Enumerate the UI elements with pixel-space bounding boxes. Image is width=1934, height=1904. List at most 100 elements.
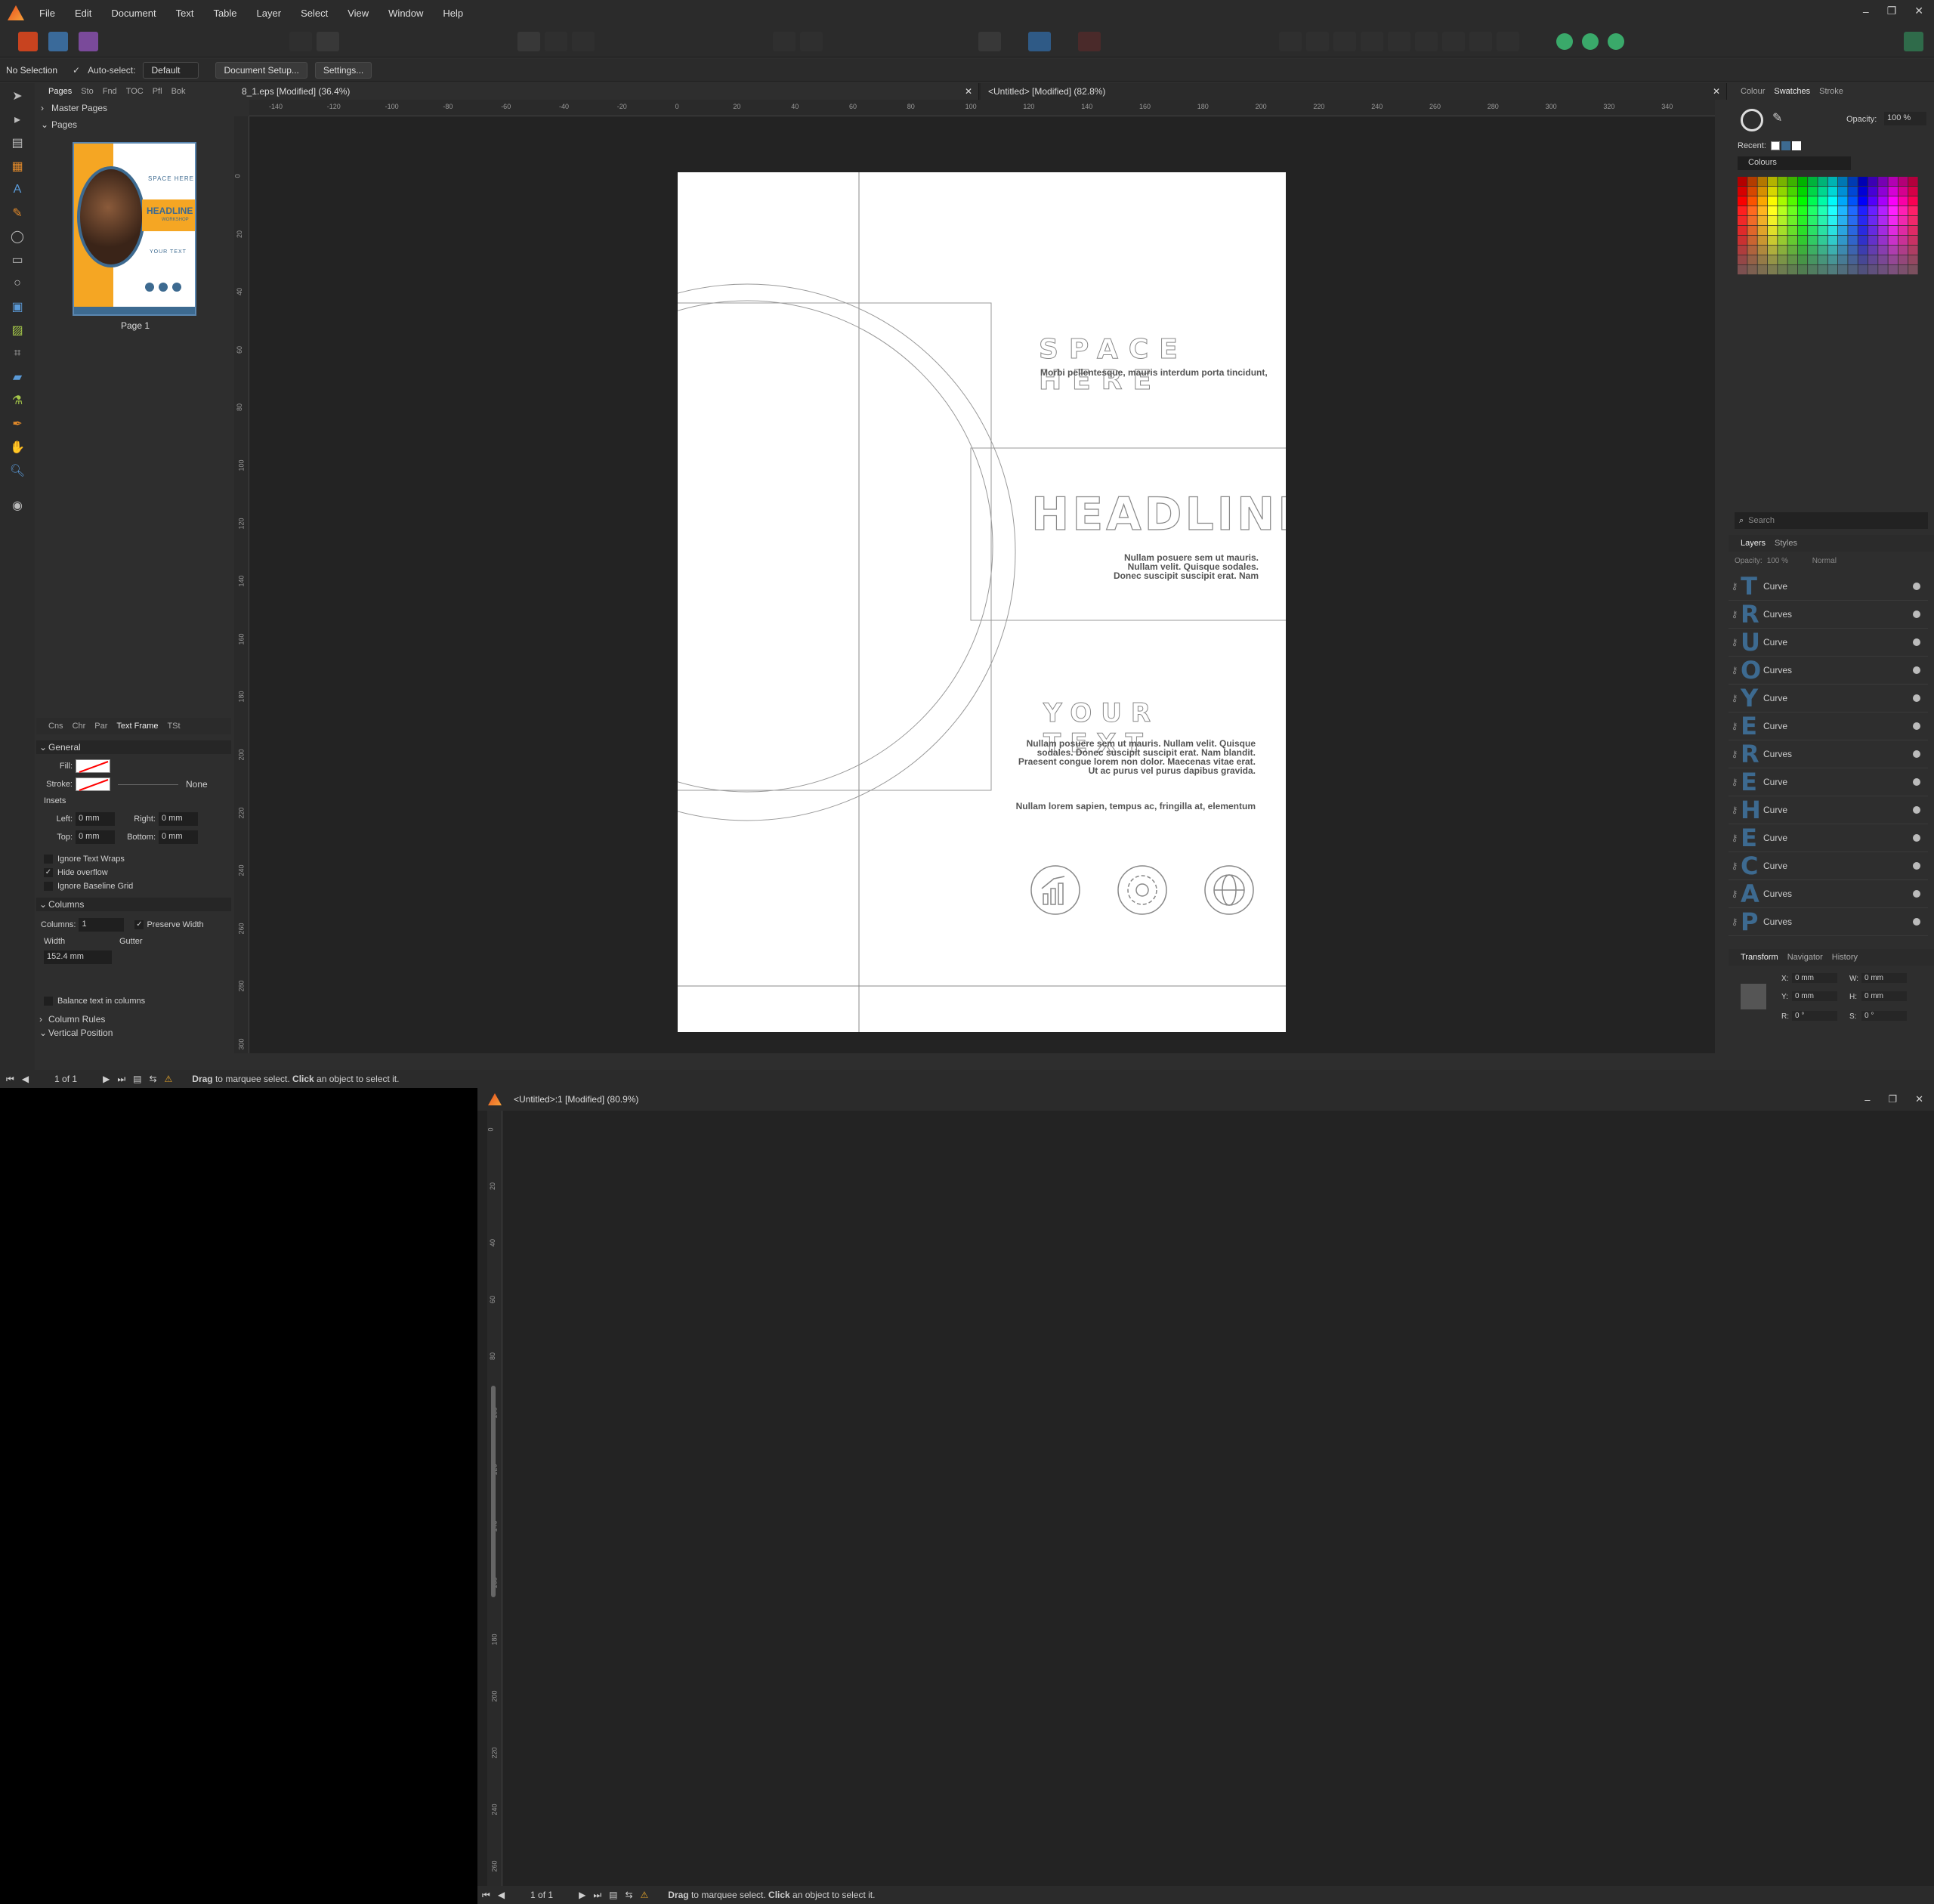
- pencil-tool-icon[interactable]: ◯: [6, 226, 29, 247]
- swatch-cell[interactable]: [1738, 196, 1747, 206]
- swatch-cell[interactable]: [1757, 246, 1768, 255]
- swatch-cell[interactable]: [1888, 226, 1898, 236]
- opacity-input[interactable]: 100 %: [1884, 112, 1926, 125]
- swatch-cell[interactable]: [1848, 236, 1858, 246]
- swatch-cell[interactable]: [1827, 187, 1838, 196]
- swatch-cell[interactable]: [1868, 177, 1878, 187]
- width-input[interactable]: 152.4 mm: [44, 950, 112, 964]
- arrange-button-1[interactable]: [1279, 32, 1302, 51]
- layer-lock-icon[interactable]: ⚷: [1729, 777, 1741, 787]
- layer-lock-icon[interactable]: ⚷: [1729, 609, 1741, 620]
- swatch-cell[interactable]: [1898, 255, 1908, 265]
- swatch-cell[interactable]: [1767, 265, 1778, 275]
- settings-button[interactable]: Settings...: [314, 61, 372, 79]
- swatch-cell[interactable]: [1778, 265, 1787, 275]
- autoselect-checkbox[interactable]: ✓: [73, 65, 80, 76]
- swatch-cell[interactable]: [1858, 206, 1868, 216]
- vertical-ruler[interactable]: 0 20 40 60 80 100 120 140 160 180 200 220 240 260 280 3…: [234, 116, 249, 1053]
- swatch-cell[interactable]: [1787, 255, 1798, 265]
- swatch-cell[interactable]: [1787, 206, 1798, 216]
- swatch-cell[interactable]: [1797, 226, 1808, 236]
- swatch-cell[interactable]: [1898, 265, 1908, 275]
- layer-lock-icon[interactable]: ⚷: [1729, 916, 1741, 927]
- swatch-cell[interactable]: [1818, 246, 1827, 255]
- swatch-cell[interactable]: [1827, 206, 1838, 216]
- swatch-cell[interactable]: [1767, 226, 1778, 236]
- swatch-cell[interactable]: [1808, 196, 1818, 206]
- menu-edit[interactable]: Edit: [75, 8, 91, 19]
- swatch-cell[interactable]: [1778, 196, 1787, 206]
- balance-checkbox[interactable]: [44, 997, 53, 1006]
- hand-tool-icon[interactable]: ✋: [6, 437, 29, 458]
- swatch-cell[interactable]: [1858, 246, 1868, 255]
- swatch-cell[interactable]: [1878, 187, 1888, 196]
- layer-row[interactable]: ⚷ R Curves: [1729, 740, 1928, 768]
- swatch-cell[interactable]: [1787, 187, 1798, 196]
- swatch-cell[interactable]: [1838, 206, 1848, 216]
- layer-visibility-icon[interactable]: [1913, 918, 1920, 926]
- swatch-cell[interactable]: [1838, 265, 1848, 275]
- swatch-cell[interactable]: [1808, 246, 1818, 255]
- layer-visibility-icon[interactable]: [1913, 862, 1920, 870]
- close-icon[interactable]: ✕: [1914, 5, 1923, 17]
- swatch-cell[interactable]: [1808, 236, 1818, 246]
- swatch-cell[interactable]: [1738, 255, 1747, 265]
- swatch-cell[interactable]: [1808, 265, 1818, 275]
- swatch-cell[interactable]: [1757, 206, 1768, 216]
- close-icon[interactable]: ✕: [1915, 1093, 1923, 1105]
- swatch-cell[interactable]: [1868, 196, 1878, 206]
- layer-row[interactable]: ⚷ A Curves: [1729, 879, 1928, 908]
- document-canvas[interactable]: SPACE HERE Morbi pellentesque, mauris in…: [249, 116, 1715, 1053]
- swatch-cell[interactable]: [1898, 177, 1908, 187]
- swatch-cell[interactable]: [1838, 187, 1848, 196]
- swatch-cell[interactable]: [1827, 216, 1838, 226]
- swatch-cell[interactable]: [1808, 226, 1818, 236]
- anchor-icon[interactable]: [1741, 984, 1766, 1009]
- colour-picker-icon[interactable]: [1741, 109, 1763, 131]
- swatch-cell[interactable]: [1747, 265, 1757, 275]
- layer-lock-icon[interactable]: ⚷: [1729, 889, 1741, 899]
- zoom-tool-icon[interactable]: 🔍︎: [6, 460, 29, 481]
- layer-visibility-icon[interactable]: [1913, 834, 1920, 842]
- arrange-button-4[interactable]: [1361, 32, 1383, 51]
- layer-row[interactable]: ⚷ O Curves: [1729, 656, 1928, 685]
- swatch-cell[interactable]: [1838, 177, 1848, 187]
- columns-section[interactable]: ⌄ Columns: [36, 898, 231, 911]
- swatch-cell[interactable]: [1898, 206, 1908, 216]
- swatch-cell[interactable]: [1878, 265, 1888, 275]
- page-options-icon[interactable]: ▤: [133, 1074, 141, 1084]
- master-pages-header[interactable]: › Master Pages: [36, 100, 231, 116]
- swatch-cell[interactable]: [1838, 216, 1848, 226]
- layer-visibility-icon[interactable]: [1913, 806, 1920, 814]
- swatch-cell[interactable]: [1838, 236, 1848, 246]
- swatch-cell[interactable]: [1827, 226, 1838, 236]
- space-here-subtext[interactable]: Morbi pellentesque, mauris interdum port…: [1040, 367, 1268, 378]
- swatch-cell[interactable]: [1747, 255, 1757, 265]
- swatch-cell[interactable]: [1908, 246, 1918, 255]
- tab-colour[interactable]: Colour: [1741, 87, 1765, 96]
- swatch-cell[interactable]: [1848, 265, 1858, 275]
- layer-visibility-icon[interactable]: [1913, 750, 1920, 758]
- swatch-cell[interactable]: [1878, 177, 1888, 187]
- picture-frame-tool-icon[interactable]: ▣: [6, 296, 29, 317]
- swatch-cell[interactable]: [1888, 196, 1898, 206]
- swatch-cell[interactable]: [1888, 265, 1898, 275]
- swatch-cell[interactable]: [1858, 236, 1868, 246]
- layer-lock-icon[interactable]: ⚷: [1729, 833, 1741, 843]
- swatch-cell[interactable]: [1898, 226, 1908, 236]
- headline-body[interactable]: Nullam posuere sem ut mauris. Nullam vel…: [1114, 553, 1259, 580]
- swatch-cell[interactable]: [1738, 206, 1747, 216]
- swatch-cell[interactable]: [1738, 177, 1747, 187]
- swatch-cell[interactable]: [1738, 187, 1747, 196]
- pages-header[interactable]: ⌄ Pages: [36, 116, 231, 133]
- swatch-cell[interactable]: [1767, 196, 1778, 206]
- restore-icon[interactable]: ❐: [1887, 5, 1897, 17]
- tab-text-frame[interactable]: Text Frame: [116, 722, 158, 731]
- swatch-cell[interactable]: [1787, 226, 1798, 236]
- swatch-cell[interactable]: [1858, 265, 1868, 275]
- swatch-cell[interactable]: [1757, 177, 1768, 187]
- swatch-cell[interactable]: [1747, 226, 1757, 236]
- close-tab-icon[interactable]: ✕: [1713, 83, 1720, 100]
- arrange-button-3[interactable]: [1333, 32, 1356, 51]
- swatch-cell[interactable]: [1747, 177, 1757, 187]
